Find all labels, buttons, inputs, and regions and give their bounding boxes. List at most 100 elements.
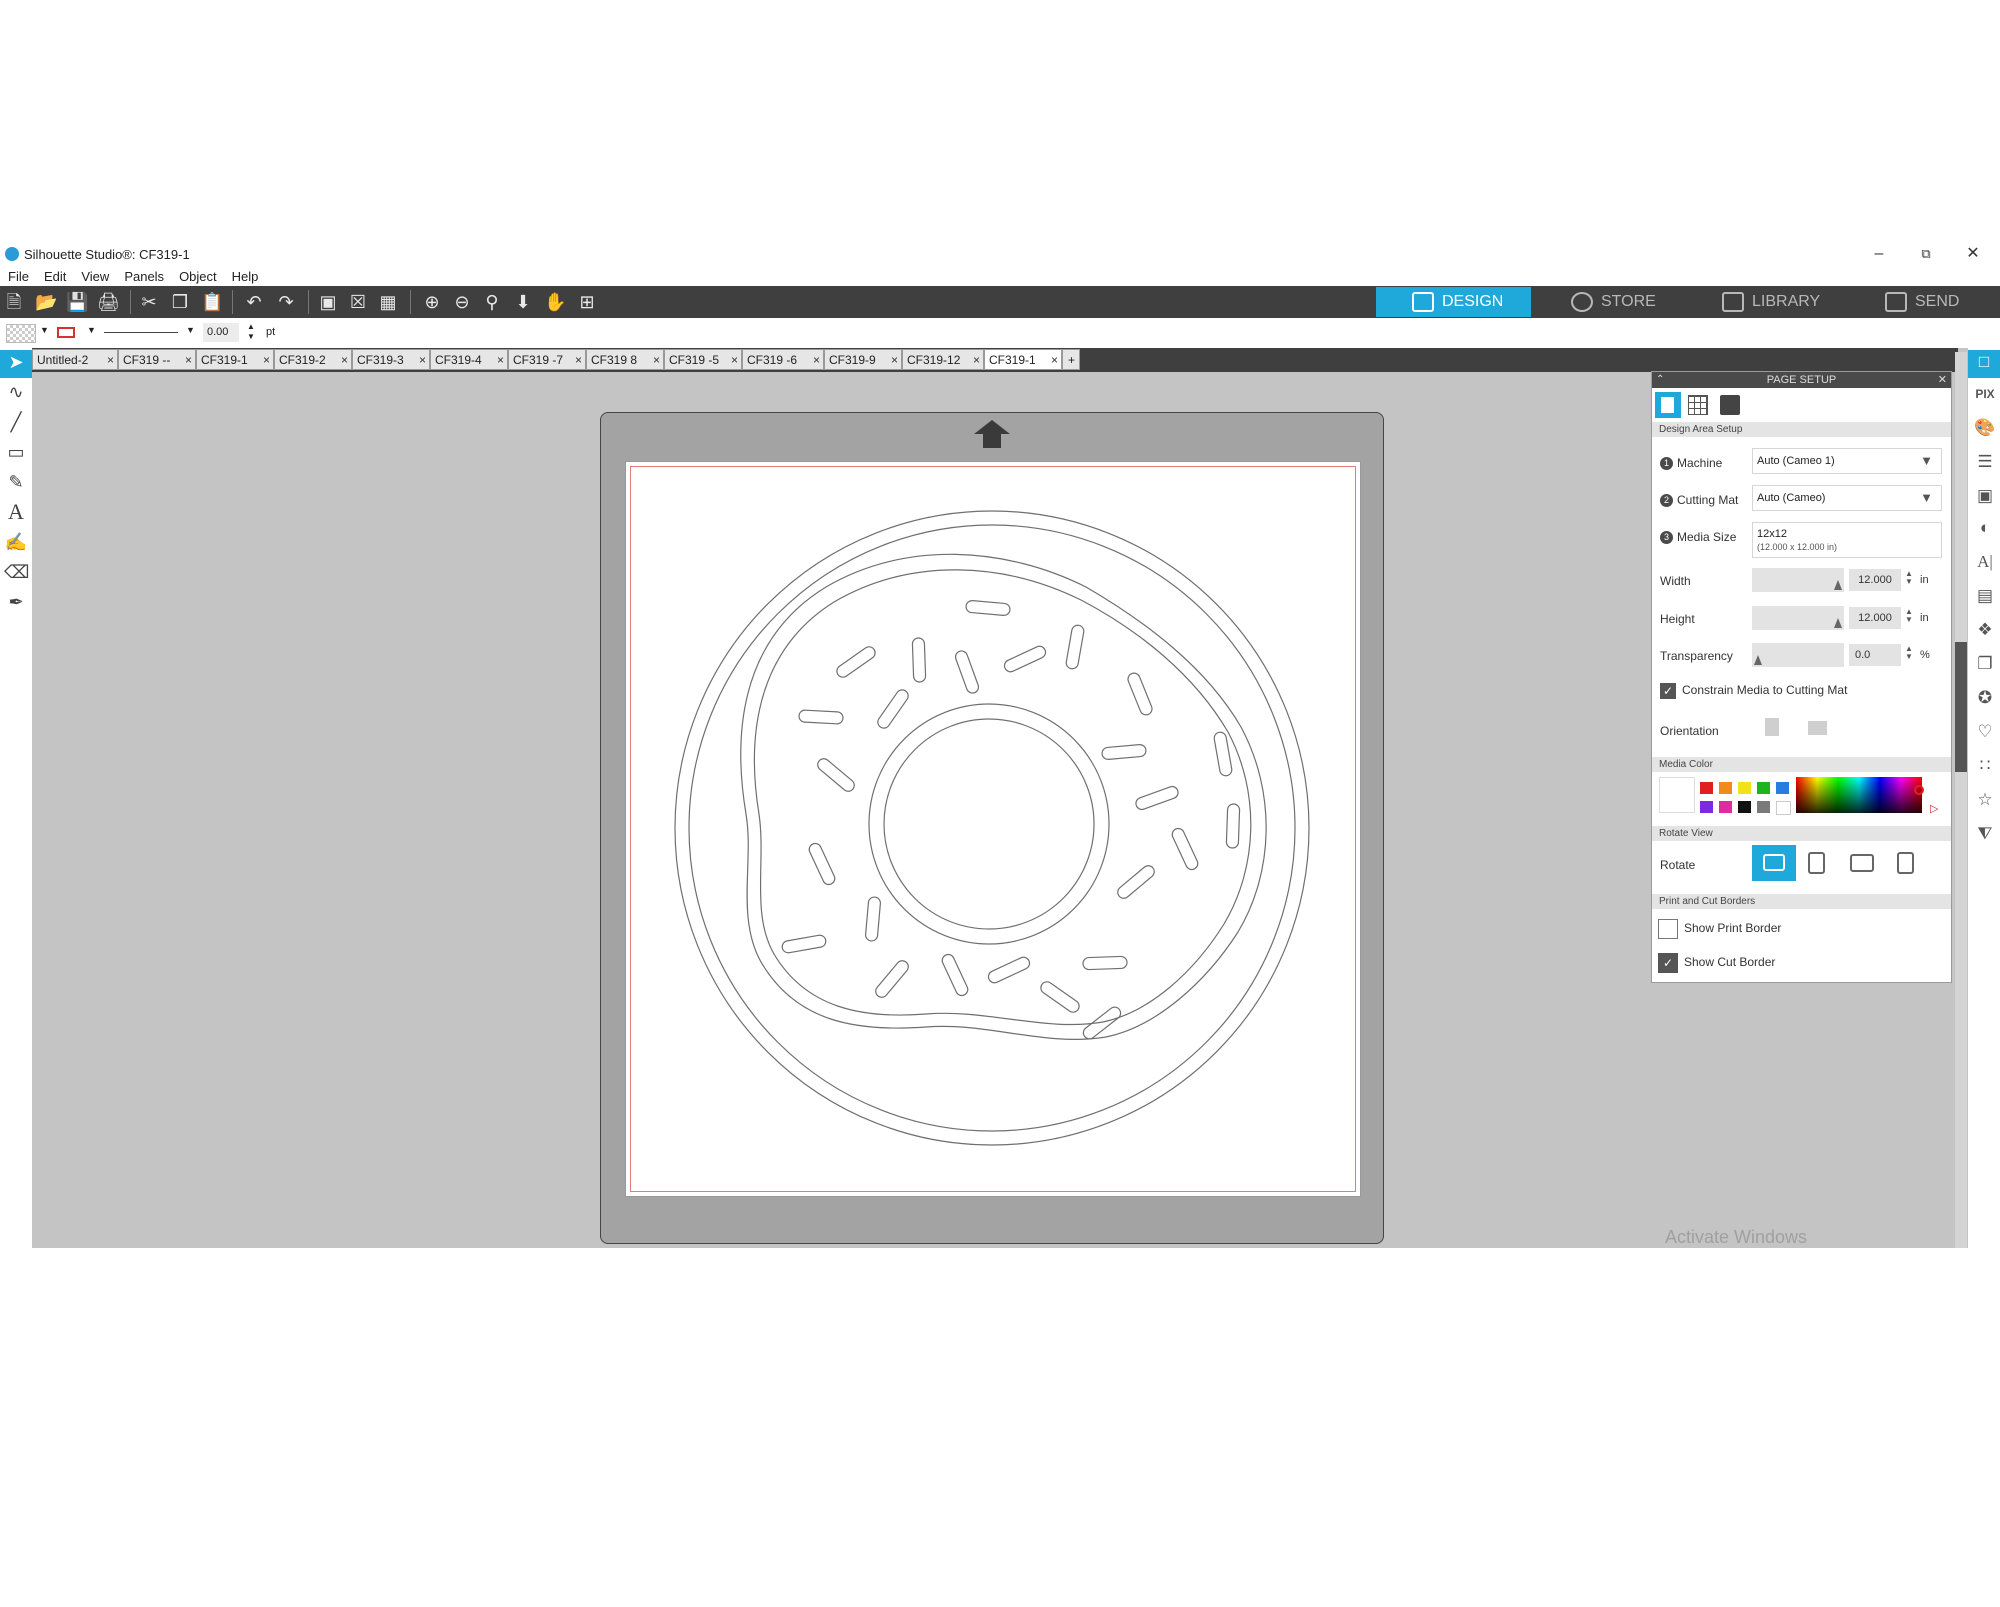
orientation-portrait-icon[interactable]	[1765, 718, 1779, 736]
machine-select[interactable]: Auto (Cameo 1) ▼	[1752, 448, 1942, 474]
color-swatch[interactable]	[1700, 782, 1713, 794]
document-tab[interactable]: CF319-2 ×	[274, 349, 352, 370]
registration-marks-tab-icon[interactable]	[1720, 395, 1740, 415]
show-cut-border-checkbox[interactable]: ✓	[1658, 953, 1678, 973]
redo-icon[interactable]: ↷	[276, 292, 296, 312]
nav-tab-library[interactable]: LIBRARY	[1722, 287, 1872, 317]
copy-icon[interactable]: ❐	[170, 292, 190, 312]
zoom-out-icon[interactable]: ⊖	[452, 292, 472, 312]
slider-knob[interactable]	[1754, 655, 1762, 665]
document-tab[interactable]: CF319-1 ×	[196, 349, 274, 370]
edit-points-tool-icon[interactable]: ∿	[4, 380, 28, 404]
donut-design[interactable]	[626, 462, 1362, 1198]
line-color-dropdown-icon[interactable]: ▼	[87, 325, 96, 335]
transparency-stepper[interactable]: ▲ ▼	[1905, 645, 1913, 661]
constrain-media-option[interactable]: ✓ Constrain Media to Cutting Mat	[1660, 683, 1847, 699]
transform-icon[interactable]: ❖	[1973, 618, 1997, 642]
document-tab[interactable]: CF319 -7 ×	[508, 349, 586, 370]
close-tab-icon[interactable]: ×	[185, 350, 192, 371]
cut-icon[interactable]: ✂	[139, 292, 159, 312]
menu-panels[interactable]: Panels	[116, 266, 171, 284]
zoom-in-icon[interactable]: ⊕	[422, 292, 442, 312]
transparency-slider[interactable]	[1752, 643, 1844, 667]
knife-tool-icon[interactable]: ✒	[4, 590, 28, 614]
menu-help[interactable]: Help	[224, 266, 266, 284]
menu-edit[interactable]: Edit	[36, 266, 73, 284]
document-tab[interactable]: CF319-9 ×	[824, 349, 902, 370]
height-slider[interactable]	[1752, 606, 1844, 630]
constrain-media-checkbox[interactable]: ✓	[1660, 683, 1676, 699]
color-swatch[interactable]	[1738, 782, 1751, 794]
close-button[interactable]: ✕	[1958, 244, 1988, 264]
color-swatch[interactable]	[1757, 801, 1770, 813]
close-tab-icon[interactable]: ×	[419, 350, 426, 371]
color-spectrum-picker[interactable]	[1796, 777, 1922, 813]
fill-color-palette-icon[interactable]: 🎨	[1973, 416, 1997, 440]
fit-to-page-icon[interactable]: ⊞	[577, 292, 597, 312]
draw-pencil-tool-icon[interactable]: ✎	[4, 470, 28, 494]
new-document-icon[interactable]: 🗎	[4, 292, 24, 312]
height-stepper[interactable]: ▲ ▼	[1905, 608, 1913, 624]
show-print-border-option[interactable]: Show Print Border	[1658, 919, 1781, 939]
transparency-input[interactable]: 0.0	[1849, 644, 1901, 666]
contrast-icon[interactable]: ◐	[1973, 516, 1997, 540]
menu-view[interactable]: View	[73, 266, 116, 284]
color-swatch[interactable]	[1757, 782, 1770, 794]
menu-object[interactable]: Object	[171, 266, 224, 284]
document-tab[interactable]: CF319 8 ×	[586, 349, 664, 370]
restore-button[interactable]: ⧉	[1911, 244, 1941, 264]
hatch-fill-icon[interactable]: ⧨	[1973, 822, 1997, 846]
document-tab[interactable]: Untitled-2 ×	[32, 349, 118, 370]
align-icon[interactable]: ▤	[1973, 584, 1997, 608]
eraser-tool-icon[interactable]: ⌫	[4, 560, 29, 584]
close-tab-icon[interactable]: ×	[575, 350, 582, 371]
minimize-button[interactable]: –	[1864, 244, 1894, 264]
fill-pattern-swatch[interactable]	[6, 324, 36, 343]
save-icon[interactable]: 💾	[66, 292, 88, 312]
color-swatch[interactable]	[1776, 801, 1791, 815]
rotate-90-button[interactable]	[1808, 852, 1825, 874]
slider-knob[interactable]	[1834, 618, 1842, 628]
replicate-icon[interactable]: ❐	[1973, 652, 1997, 676]
color-swatch[interactable]	[1776, 782, 1789, 794]
color-swatch[interactable]	[1738, 801, 1751, 813]
show-cut-border-option[interactable]: ✓ Show Cut Border	[1658, 953, 1775, 973]
undo-icon[interactable]: ↶	[244, 292, 264, 312]
close-tab-icon[interactable]: ×	[973, 350, 980, 371]
select-tool-icon[interactable]: ➤	[0, 350, 32, 378]
close-tab-icon[interactable]: ×	[731, 350, 738, 371]
media-size-select[interactable]: 12x12 (12.000 x 12.000 in)	[1752, 522, 1942, 558]
rectangle-tool-icon[interactable]: ▭	[4, 440, 28, 464]
page-setup-tab-icon[interactable]	[1655, 392, 1681, 418]
scrollbar-thumb[interactable]	[1955, 642, 1967, 772]
pan-hand-icon[interactable]: ✋	[544, 292, 566, 312]
line-color-swatch[interactable]	[57, 327, 75, 338]
close-tab-icon[interactable]: ×	[341, 350, 348, 371]
width-stepper[interactable]: ▲ ▼	[1905, 570, 1913, 586]
canvas-scrollbar[interactable]	[1955, 352, 1967, 1248]
height-input[interactable]: 12.000	[1849, 607, 1901, 629]
sketch-panel-icon[interactable]: ▣	[1973, 484, 1997, 508]
document-tab[interactable]: CF319 -- ×	[118, 349, 196, 370]
modify-icon[interactable]: ✪	[1973, 686, 1997, 710]
panel-collapse-icon[interactable]: ⌃	[1656, 372, 1664, 388]
color-expand-icon[interactable]: ▷	[1930, 802, 1938, 815]
menu-file[interactable]: File	[0, 266, 36, 284]
close-tab-icon[interactable]: ×	[653, 350, 660, 371]
trace-icon[interactable]: ∷	[1973, 754, 1997, 778]
select-by-color-icon[interactable]: ▦	[378, 292, 398, 312]
open-folder-icon[interactable]: 📂	[35, 292, 57, 312]
close-tab-icon[interactable]: ×	[497, 350, 504, 371]
line-tool-icon[interactable]: ╱	[4, 410, 28, 434]
close-tab-icon[interactable]: ×	[107, 350, 114, 371]
width-input[interactable]: 12.000	[1849, 569, 1901, 591]
deselect-icon[interactable]: ☒	[348, 292, 368, 312]
show-print-border-checkbox[interactable]	[1658, 919, 1678, 939]
print-icon[interactable]: 🖨	[97, 292, 120, 312]
document-tab[interactable]: CF319-3 ×	[352, 349, 430, 370]
nav-tab-design[interactable]: DESIGN	[1376, 287, 1531, 317]
document-tab[interactable]: CF319-12 ×	[902, 349, 984, 370]
panel-close-icon[interactable]: ✕	[1938, 372, 1947, 388]
text-style-icon[interactable]: A|	[1973, 550, 1997, 574]
width-slider[interactable]	[1752, 568, 1844, 592]
